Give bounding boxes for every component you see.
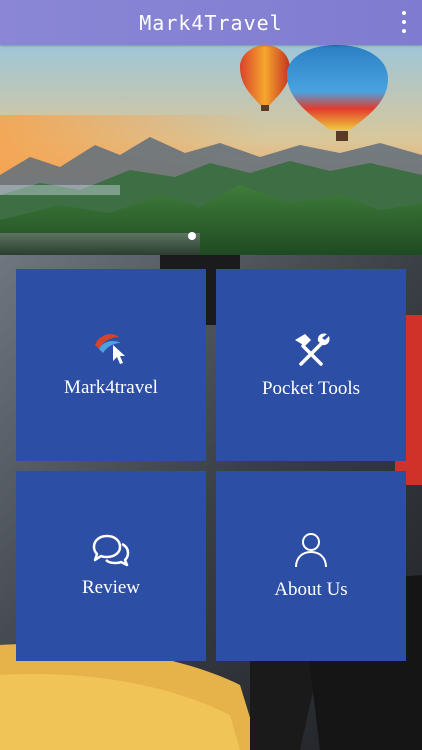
app-title: Mark4Travel	[139, 10, 283, 35]
tile-label: About Us	[274, 579, 348, 600]
more-vertical-icon[interactable]	[400, 11, 408, 33]
tile-review[interactable]: Review	[16, 471, 206, 661]
tile-label: Pocket Tools	[261, 378, 361, 399]
tile-mark4travel[interactable]: Mark4travel	[16, 269, 206, 461]
tile-label: Mark4travel	[64, 377, 158, 398]
tile-label: Review	[81, 577, 141, 598]
app-bar: Mark4Travel	[0, 0, 422, 45]
chat-bubbles-icon	[92, 534, 130, 567]
carousel-indicator-active[interactable]	[188, 232, 196, 240]
tile-about-us[interactable]: About Us	[216, 471, 406, 661]
user-icon	[295, 533, 327, 568]
mark4travel-logo-icon	[95, 334, 125, 364]
hammer-wrench-icon	[295, 333, 330, 366]
tile-pocket-tools[interactable]: Pocket Tools	[216, 269, 406, 461]
banner-carousel[interactable]	[0, 45, 422, 255]
banner-image	[0, 45, 422, 255]
